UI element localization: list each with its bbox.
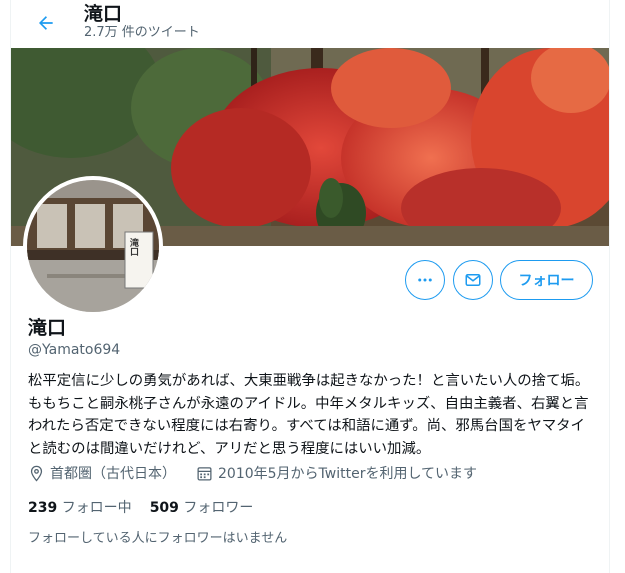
page-title: 滝口	[84, 3, 123, 25]
following-label: フォロー中	[61, 500, 132, 516]
arrow-left-icon	[39, 16, 53, 30]
more-dots-icon	[418, 278, 432, 282]
profile-stats: 239 フォロー中 509 フォロワー	[28, 498, 271, 518]
location-pin-icon	[30, 465, 43, 482]
profile-bio: 松平定信に少しの勇気があれば、大東亜戦争は起きなかった！と言いたい人の捨て垢。も…	[28, 373, 590, 457]
mail-icon	[465, 274, 481, 286]
avatar[interactable]: 滝口	[23, 176, 163, 316]
avatar-sign-text: 滝口	[128, 238, 138, 256]
followers-you-know-note: フォローしている人にフォロワーはいません	[28, 531, 288, 546]
profile-page: 滝口 2.7万 件のツイート 滝口 フォロー 滝口 @Yamato694 松平定…	[0, 0, 625, 573]
tweet-count: 2.7万 件のツイート	[84, 25, 200, 40]
calendar-icon	[197, 466, 212, 481]
joined-text: 2010年5月からTwitterを利用しています	[218, 466, 478, 482]
back-button[interactable]	[29, 6, 63, 40]
follow-button[interactable]: フォロー	[500, 260, 593, 300]
joined-item: 2010年5月からTwitterを利用しています	[196, 463, 477, 483]
location-item: 首都圏（古代日本）	[28, 463, 176, 483]
profile-meta: 首都圏（古代日本） 2010年5月からTwitterを利用しています	[28, 462, 497, 484]
profile-handle: @Yamato694	[28, 342, 121, 358]
profile-name: 滝口	[28, 317, 67, 339]
followers-count: 509	[149, 500, 179, 516]
more-button[interactable]	[405, 260, 445, 300]
following-link[interactable]: 239 フォロー中	[28, 498, 132, 518]
followers-link[interactable]: 509 フォロワー	[150, 498, 254, 518]
following-count: 239	[28, 500, 58, 516]
column-border-right	[609, 0, 610, 573]
top-bar: 滝口 2.7万 件のツイート	[11, 0, 609, 48]
message-button[interactable]	[453, 260, 493, 300]
followers-label: フォロワー	[183, 500, 254, 516]
location-text: 首都圏（古代日本）	[50, 466, 176, 482]
